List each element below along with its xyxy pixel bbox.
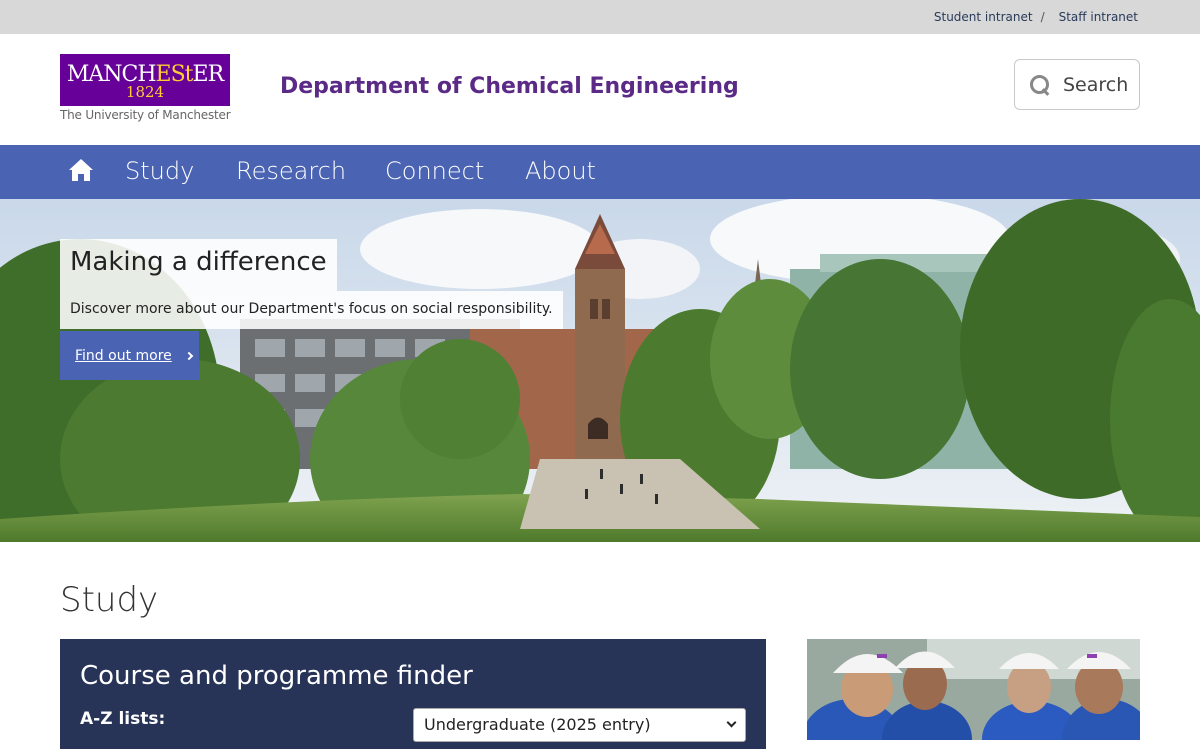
hero-banner: Making a difference Discover more about … (0, 199, 1200, 542)
search-icon (1029, 74, 1051, 96)
utility-separator: / (1040, 10, 1045, 24)
hero-title: Making a difference (60, 239, 337, 291)
course-level-selected: Undergraduate (2025 entry) (424, 715, 651, 734)
chevron-right-icon (184, 351, 194, 360)
nav-item-research[interactable]: Research (236, 157, 346, 185)
site-header: MANCHEStER 1824 The University of Manche… (0, 34, 1200, 145)
main-nav: Study Research Connect About (0, 145, 1200, 199)
find-out-more-button[interactable]: Find out more (60, 331, 199, 380)
course-level-select[interactable]: Undergraduate (2025 entry) (413, 708, 746, 742)
utility-links: Student intranet / Staff intranet (934, 10, 1138, 24)
university-logo[interactable]: MANCHEStER 1824 The University of Manche… (60, 54, 231, 122)
home-icon[interactable] (68, 157, 94, 183)
utility-bar: Student intranet / Staff intranet (0, 0, 1200, 34)
nav-item-about[interactable]: About (525, 157, 596, 185)
search-label: Search (1063, 73, 1129, 96)
find-out-more-label: Find out more (75, 347, 172, 364)
staff-intranet-link[interactable]: Staff intranet (1059, 10, 1138, 24)
chevron-down-icon (726, 717, 737, 728)
students-lab-photo (807, 639, 1140, 740)
course-finder-title: Course and programme finder (80, 661, 473, 691)
hero-description: Discover more about our Department's foc… (60, 291, 563, 329)
nav-item-study[interactable]: Study (125, 157, 194, 185)
course-finder-panel: Course and programme finder A-Z lists: U… (60, 639, 766, 749)
study-section-title: Study (60, 580, 159, 620)
az-lists-label: A-Z lists: (80, 709, 166, 729)
search-button[interactable]: Search (1014, 59, 1140, 110)
nav-item-connect[interactable]: Connect (385, 157, 484, 185)
students-photo (807, 639, 1140, 740)
logo-year: 1824 (125, 83, 165, 101)
logo-box: MANCHEStER 1824 (60, 54, 230, 106)
student-intranet-link[interactable]: Student intranet (934, 10, 1033, 24)
department-title[interactable]: Department of Chemical Engineering (280, 74, 739, 99)
logo-subtitle: The University of Manchester (60, 108, 231, 122)
